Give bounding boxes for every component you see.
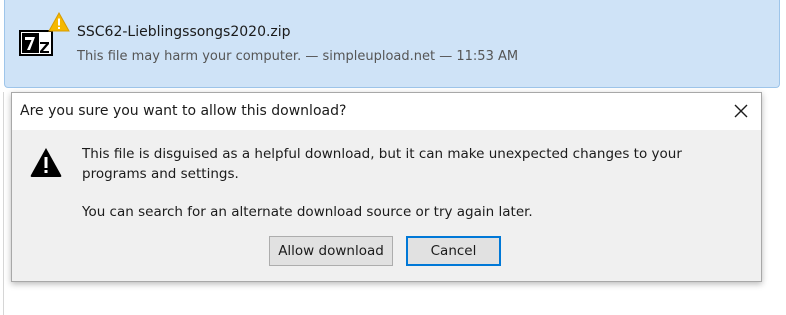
- file-name: SSC62-Lieblingssongs2020.zip: [77, 24, 291, 40]
- download-status: This file may harm your computer. — simp…: [77, 49, 519, 64]
- alert-triangle-icon: [29, 146, 63, 178]
- screen: SSC62-Lieblingssongs2020.zip This file m…: [0, 0, 786, 315]
- 7z-archive-icon: [19, 30, 53, 56]
- dialog-message-primary: This file is disguised as a helpful down…: [82, 146, 682, 182]
- dialog-title: Are you sure you want to allow this down…: [20, 103, 347, 119]
- dialog-message-secondary: You can search for an alternate download…: [82, 204, 533, 220]
- panel-border: [3, 92, 4, 315]
- allow-download-button[interactable]: Allow download: [269, 236, 393, 266]
- cancel-button[interactable]: Cancel: [406, 236, 501, 266]
- download-confirm-dialog: Are you sure you want to allow this down…: [11, 92, 762, 282]
- dialog-header: Are you sure you want to allow this down…: [12, 93, 761, 130]
- warning-icon: [48, 11, 70, 32]
- download-item[interactable]: SSC62-Lieblingssongs2020.zip This file m…: [4, 0, 780, 88]
- close-icon[interactable]: [731, 101, 751, 121]
